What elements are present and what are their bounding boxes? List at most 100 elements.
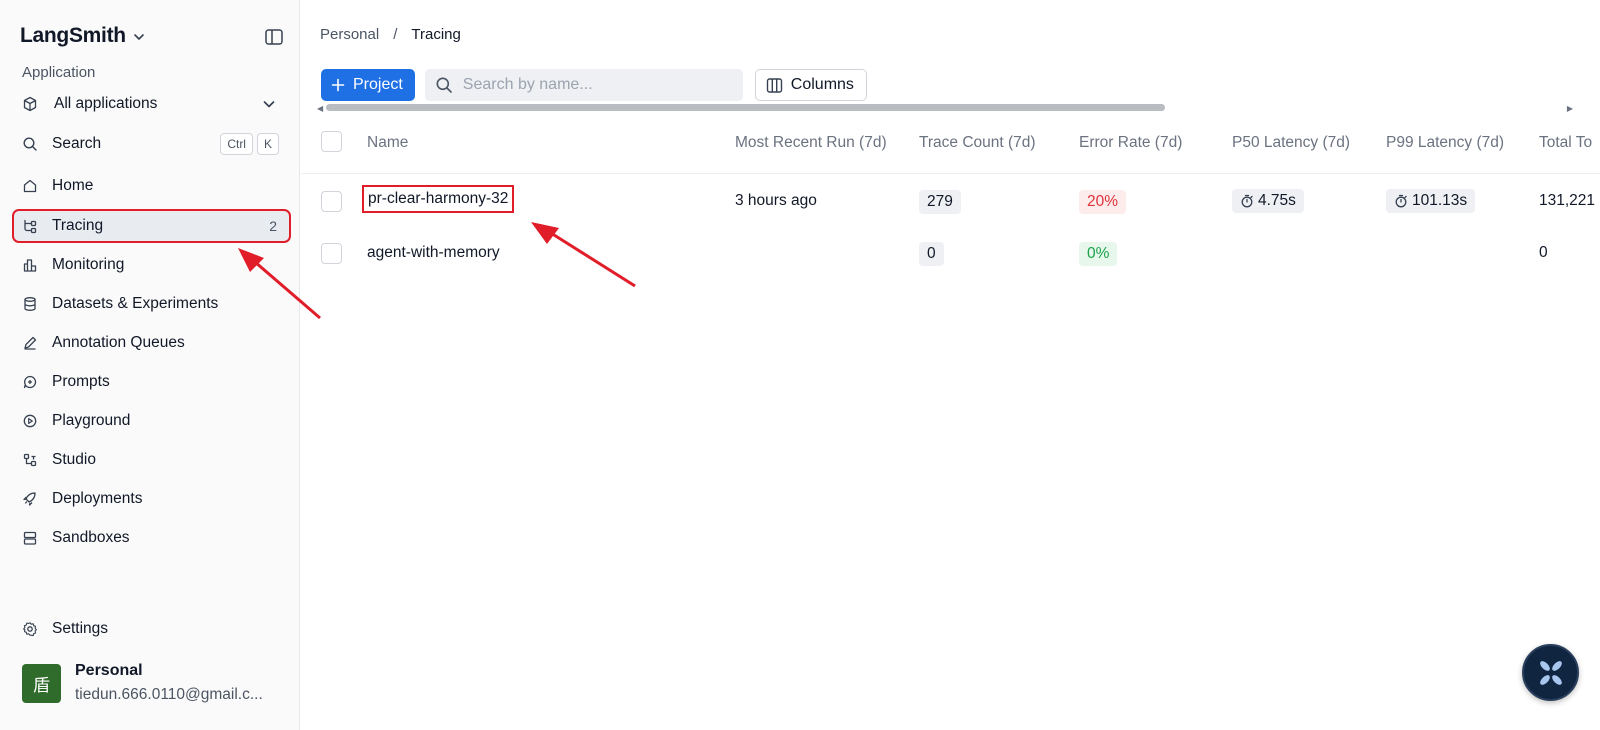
columns-button[interactable]: Columns: [754, 69, 867, 101]
rocket-icon: [23, 492, 36, 506]
plus-icon: [331, 78, 345, 92]
new-project-label: Project: [353, 76, 403, 93]
studio-icon: [23, 453, 37, 467]
main-content: Personal / Tracing Project Columns ◀ ▶ N…: [301, 0, 1600, 730]
application-select[interactable]: All applications: [18, 91, 283, 117]
workspace-switcher[interactable]: LangSmith: [20, 24, 146, 48]
column-header-recent-run[interactable]: Most Recent Run (7d): [735, 134, 887, 152]
database-icon: [24, 297, 36, 311]
assistant-logo-icon: [1539, 660, 1562, 685]
trace-count-value: 0: [927, 245, 936, 262]
sidebar-item-sandboxes[interactable]: Sandboxes: [14, 523, 289, 553]
tracing-count-badge: 2: [269, 218, 277, 234]
p99-latency-value: 101.13s: [1412, 192, 1468, 209]
user-email: tiedun.666.0110@gmail.c...: [75, 686, 263, 703]
breadcrumb: Personal / Tracing: [320, 26, 461, 43]
sidebar-item-settings[interactable]: Settings: [14, 614, 289, 644]
sidebar-item-studio[interactable]: Studio: [14, 445, 289, 475]
sidebar-item-label: Playground: [52, 412, 131, 429]
pencil-icon: [24, 336, 37, 350]
p50-latency-badge: 4.75s: [1232, 189, 1304, 213]
p99-latency-badge: 101.13s: [1386, 189, 1476, 213]
search-icon: [436, 77, 452, 93]
assistant-button[interactable]: [1522, 644, 1579, 701]
column-header-trace-count[interactable]: Trace Count (7d): [919, 134, 1036, 152]
project-name-link[interactable]: agent-with-memory: [367, 244, 500, 262]
column-header-p99[interactable]: P99 Latency (7d): [1386, 134, 1504, 152]
section-label-application: Application: [22, 64, 96, 81]
sidebar-item-search[interactable]: Search Ctrl K: [14, 129, 289, 159]
tracing-icon: [24, 219, 37, 234]
error-rate-badge: 20%: [1079, 190, 1127, 214]
home-icon: [23, 179, 37, 193]
sidebar-item-label: Annotation Queues: [52, 334, 185, 351]
sidebar-item-annotation-queues[interactable]: Annotation Queues: [14, 328, 289, 358]
table-row[interactable]: agent-with-memory 0 0% 0: [301, 230, 1600, 278]
breadcrumb-personal[interactable]: Personal: [320, 26, 379, 43]
row-checkbox[interactable]: [321, 243, 342, 264]
cube-icon: [23, 96, 37, 112]
breadcrumb-current: Tracing: [411, 26, 461, 43]
chevron-down-icon: [263, 101, 275, 108]
sidebar-item-prompts[interactable]: Prompts: [14, 367, 289, 397]
row-checkbox[interactable]: [321, 191, 342, 212]
brand-name: LangSmith: [20, 24, 126, 47]
gear-icon: [23, 622, 37, 637]
column-header-error-rate[interactable]: Error Rate (7d): [1079, 134, 1182, 152]
total-tokens: 0: [1539, 244, 1548, 261]
user-profile[interactable]: 盾 Personal tiedun.666.0110@gmail.c...: [22, 662, 263, 704]
sidebar-item-label: Datasets & Experiments: [52, 295, 219, 312]
sidebar-item-label: Deployments: [52, 490, 143, 507]
column-header-total-tokens[interactable]: Total To: [1539, 134, 1592, 152]
error-rate-badge: 0%: [1079, 242, 1118, 266]
sidebar-item-datasets[interactable]: Datasets & Experiments: [14, 289, 289, 319]
project-name-link[interactable]: pr-clear-harmony-32: [361, 185, 515, 213]
columns-label: Columns: [790, 76, 854, 93]
bar-chart-icon: [23, 259, 37, 272]
sidebar-item-label: Search: [52, 135, 102, 152]
most-recent-run: 3 hours ago: [735, 192, 817, 209]
chat-bubble-icon: [23, 375, 37, 389]
project-search: [424, 69, 743, 101]
kbd-ctrl: Ctrl: [220, 133, 253, 155]
kbd-k: K: [256, 133, 279, 155]
avatar: 盾: [22, 663, 61, 703]
sidebar-item-label: Sandboxes: [52, 529, 130, 546]
stopwatch-icon: [1241, 194, 1253, 208]
sidebar-item-label: Tracing: [52, 217, 104, 234]
shortcut-hint: Ctrl K: [220, 133, 279, 155]
toolbar: Project Columns: [321, 69, 867, 101]
trace-count-badge: 279: [919, 190, 961, 214]
total-tokens: 131,221: [1539, 192, 1596, 209]
sidebar-item-monitoring[interactable]: Monitoring: [14, 250, 289, 280]
stopwatch-icon: [1395, 194, 1407, 208]
user-name: Personal: [75, 662, 143, 679]
horizontal-scrollbar[interactable]: ◀ ▶: [317, 104, 1573, 113]
sidebar-item-label: Home: [52, 177, 94, 194]
server-icon: [23, 531, 37, 545]
sidebar-item-tracing[interactable]: Tracing 2: [12, 209, 291, 243]
scroll-left-icon[interactable]: ◀: [317, 104, 323, 113]
sidebar-item-deployments[interactable]: Deployments: [14, 484, 289, 514]
new-project-button[interactable]: Project: [321, 69, 415, 101]
sidebar-toggle-icon[interactable]: [264, 27, 284, 47]
sidebar-item-playground[interactable]: Playground: [14, 406, 289, 436]
error-rate-value: 0%: [1087, 245, 1110, 262]
application-select-value: All applications: [54, 95, 158, 112]
breadcrumb-separator: /: [393, 26, 398, 43]
sidebar: LangSmith Application All applications S…: [0, 0, 300, 730]
sidebar-item-label: Settings: [52, 620, 109, 637]
sidebar-item-home[interactable]: Home: [14, 171, 289, 201]
error-rate-value: 20%: [1087, 193, 1119, 210]
select-all-checkbox[interactable]: [321, 131, 342, 152]
trace-count-badge: 0: [919, 242, 944, 266]
sidebar-item-label: Monitoring: [52, 256, 125, 273]
search-input[interactable]: [462, 76, 723, 94]
scroll-right-icon[interactable]: ▶: [1567, 104, 1573, 113]
table-row[interactable]: pr-clear-harmony-32 3 hours ago 279 20% …: [301, 178, 1600, 226]
p50-latency-value: 4.75s: [1258, 192, 1296, 209]
column-header-p50[interactable]: P50 Latency (7d): [1232, 134, 1350, 152]
column-header-name[interactable]: Name: [367, 134, 408, 152]
scrollbar-thumb[interactable]: [326, 104, 1165, 111]
search-icon: [23, 137, 37, 151]
